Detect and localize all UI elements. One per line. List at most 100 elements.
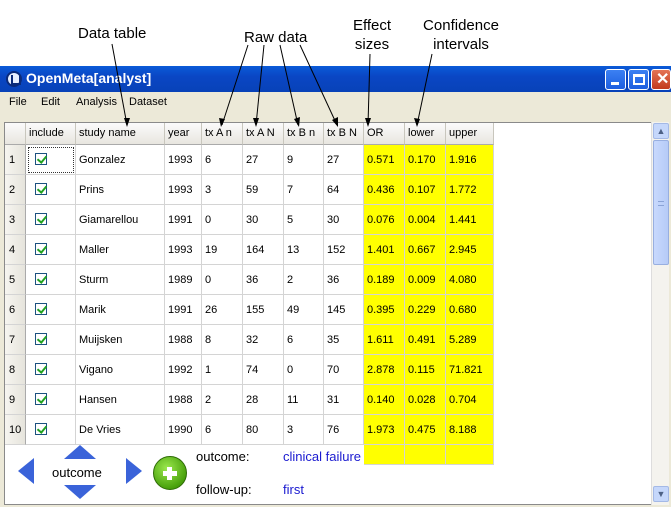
table-cell-tx-a-n[interactable]: 3 [202,175,243,205]
table-cell-upper[interactable]: 0.680 [446,295,494,325]
table-cell-upper[interactable]: 1.772 [446,175,494,205]
menu-dataset[interactable]: Dataset [129,96,167,108]
table-cell-year[interactable]: 1993 [165,235,202,265]
table-cell-or[interactable]: 1.611 [364,325,405,355]
table-cell-tx-b-N[interactable]: 31 [324,385,364,415]
table-cell-tx-b-N[interactable]: 152 [324,235,364,265]
row-header[interactable]: 8 [5,355,26,385]
table-cell-tx-b-n[interactable]: 9 [284,145,324,175]
table-cell-or[interactable]: 0.076 [364,205,405,235]
table-cell-tx-a-n[interactable]: 8 [202,325,243,355]
table-cell-upper[interactable]: 1.916 [446,145,494,175]
table-cell-lower[interactable]: 0.107 [405,175,446,205]
include-checkbox[interactable] [35,393,47,405]
table-cell-tx-a-n[interactable]: 2 [202,385,243,415]
menu-analysis[interactable]: Analysis [76,96,117,108]
table-cell-lower[interactable]: 0.667 [405,235,446,265]
table-cell-study-name[interactable]: Sturm [76,265,165,295]
include-cell[interactable] [26,265,76,295]
include-checkbox[interactable] [35,273,47,285]
table-cell-lower[interactable]: 0.491 [405,325,446,355]
include-checkbox[interactable] [35,153,47,165]
next-outcome-arrow-icon[interactable] [126,458,142,484]
table-cell-tx-a-n[interactable]: 0 [202,265,243,295]
table-cell-tx-b-n[interactable]: 5 [284,205,324,235]
close-button[interactable]: ✕ [651,69,671,90]
table-cell-study-name[interactable]: Muijsken [76,325,165,355]
table-cell-tx-b-n[interactable]: 6 [284,325,324,355]
include-cell[interactable] [26,325,76,355]
table-cell-lower[interactable]: 0.170 [405,145,446,175]
include-cell[interactable] [26,385,76,415]
include-checkbox[interactable] [35,423,47,435]
include-cell[interactable] [26,175,76,205]
table-cell-tx-b-N[interactable]: 145 [324,295,364,325]
table-cell-tx-b-n[interactable]: 11 [284,385,324,415]
include-checkbox[interactable] [35,213,47,225]
table-cell-tx-a-N[interactable]: 164 [243,235,284,265]
table-cell-tx-b-N[interactable]: 36 [324,265,364,295]
table-cell-upper[interactable]: 5.289 [446,325,494,355]
column-header-tx-a-n[interactable]: tx A n [202,123,243,145]
table-cell-or[interactable]: 2.878 [364,355,405,385]
table-cell-year[interactable]: 1993 [165,145,202,175]
include-cell[interactable] [26,415,76,445]
table-cell-tx-b-N[interactable]: 64 [324,175,364,205]
table-corner[interactable] [5,123,26,145]
table-cell-tx-a-n[interactable]: 1 [202,355,243,385]
table-cell-tx-b-n[interactable]: 2 [284,265,324,295]
table-cell-tx-b-N[interactable]: 30 [324,205,364,235]
table-cell-tx-b-n[interactable]: 13 [284,235,324,265]
table-cell-tx-a-n[interactable]: 0 [202,205,243,235]
table-cell-study-name[interactable]: Prins [76,175,165,205]
column-header-tx-a-N[interactable]: tx A N [243,123,284,145]
row-header[interactable]: 1 [5,145,26,175]
column-header-year[interactable]: year [165,123,202,145]
include-checkbox[interactable] [35,303,47,315]
column-header-or[interactable]: OR [364,123,405,145]
table-cell-tx-b-N[interactable]: 35 [324,325,364,355]
table-cell-upper[interactable]: 2.945 [446,235,494,265]
table-cell-tx-b-N[interactable]: 27 [324,145,364,175]
table-cell-upper[interactable]: 1.441 [446,205,494,235]
include-checkbox[interactable] [35,183,47,195]
table-cell-or[interactable]: 0.140 [364,385,405,415]
column-header-study-name[interactable]: study name [76,123,165,145]
table-cell-year[interactable]: 1988 [165,385,202,415]
table-cell-year[interactable]: 1989 [165,265,202,295]
table-cell-or[interactable]: 0.571 [364,145,405,175]
prev-followup-arrow-icon[interactable] [64,445,96,459]
table-cell-lower[interactable]: 0.115 [405,355,446,385]
table-cell-lower[interactable]: 0.475 [405,415,446,445]
table-cell-tx-a-N[interactable]: 30 [243,205,284,235]
row-header[interactable]: 4 [5,235,26,265]
table-cell-upper[interactable]: 4.080 [446,265,494,295]
table-cell-study-name[interactable]: Gonzalez [76,145,165,175]
table-cell-lower[interactable]: 0.004 [405,205,446,235]
table-cell-tx-b-n[interactable]: 3 [284,415,324,445]
table-cell-year[interactable]: 1992 [165,355,202,385]
include-cell[interactable] [26,205,76,235]
table-cell-tx-a-N[interactable]: 27 [243,145,284,175]
table-cell-or[interactable]: 0.395 [364,295,405,325]
table-cell-study-name[interactable]: Hansen [76,385,165,415]
row-header[interactable]: 5 [5,265,26,295]
table-cell-year[interactable]: 1991 [165,205,202,235]
table-cell-tx-b-n[interactable]: 49 [284,295,324,325]
title-bar[interactable]: OpenMeta[analyst] ✕ [0,66,671,92]
minimize-button[interactable] [605,69,626,90]
table-cell-tx-b-N[interactable]: 70 [324,355,364,385]
table-cell-or[interactable]: 1.973 [364,415,405,445]
menu-file[interactable]: File [9,96,27,108]
table-cell-study-name[interactable]: Vigano [76,355,165,385]
table-cell-tx-b-n[interactable]: 7 [284,175,324,205]
row-header[interactable]: 9 [5,385,26,415]
include-checkbox[interactable] [35,363,47,375]
table-cell-year[interactable]: 1991 [165,295,202,325]
column-header-tx-b-n[interactable]: tx B n [284,123,324,145]
include-cell[interactable] [26,235,76,265]
include-cell[interactable] [26,295,76,325]
table-cell-or[interactable]: 0.189 [364,265,405,295]
scroll-thumb[interactable] [653,140,669,265]
table-cell-tx-a-N[interactable]: 36 [243,265,284,295]
